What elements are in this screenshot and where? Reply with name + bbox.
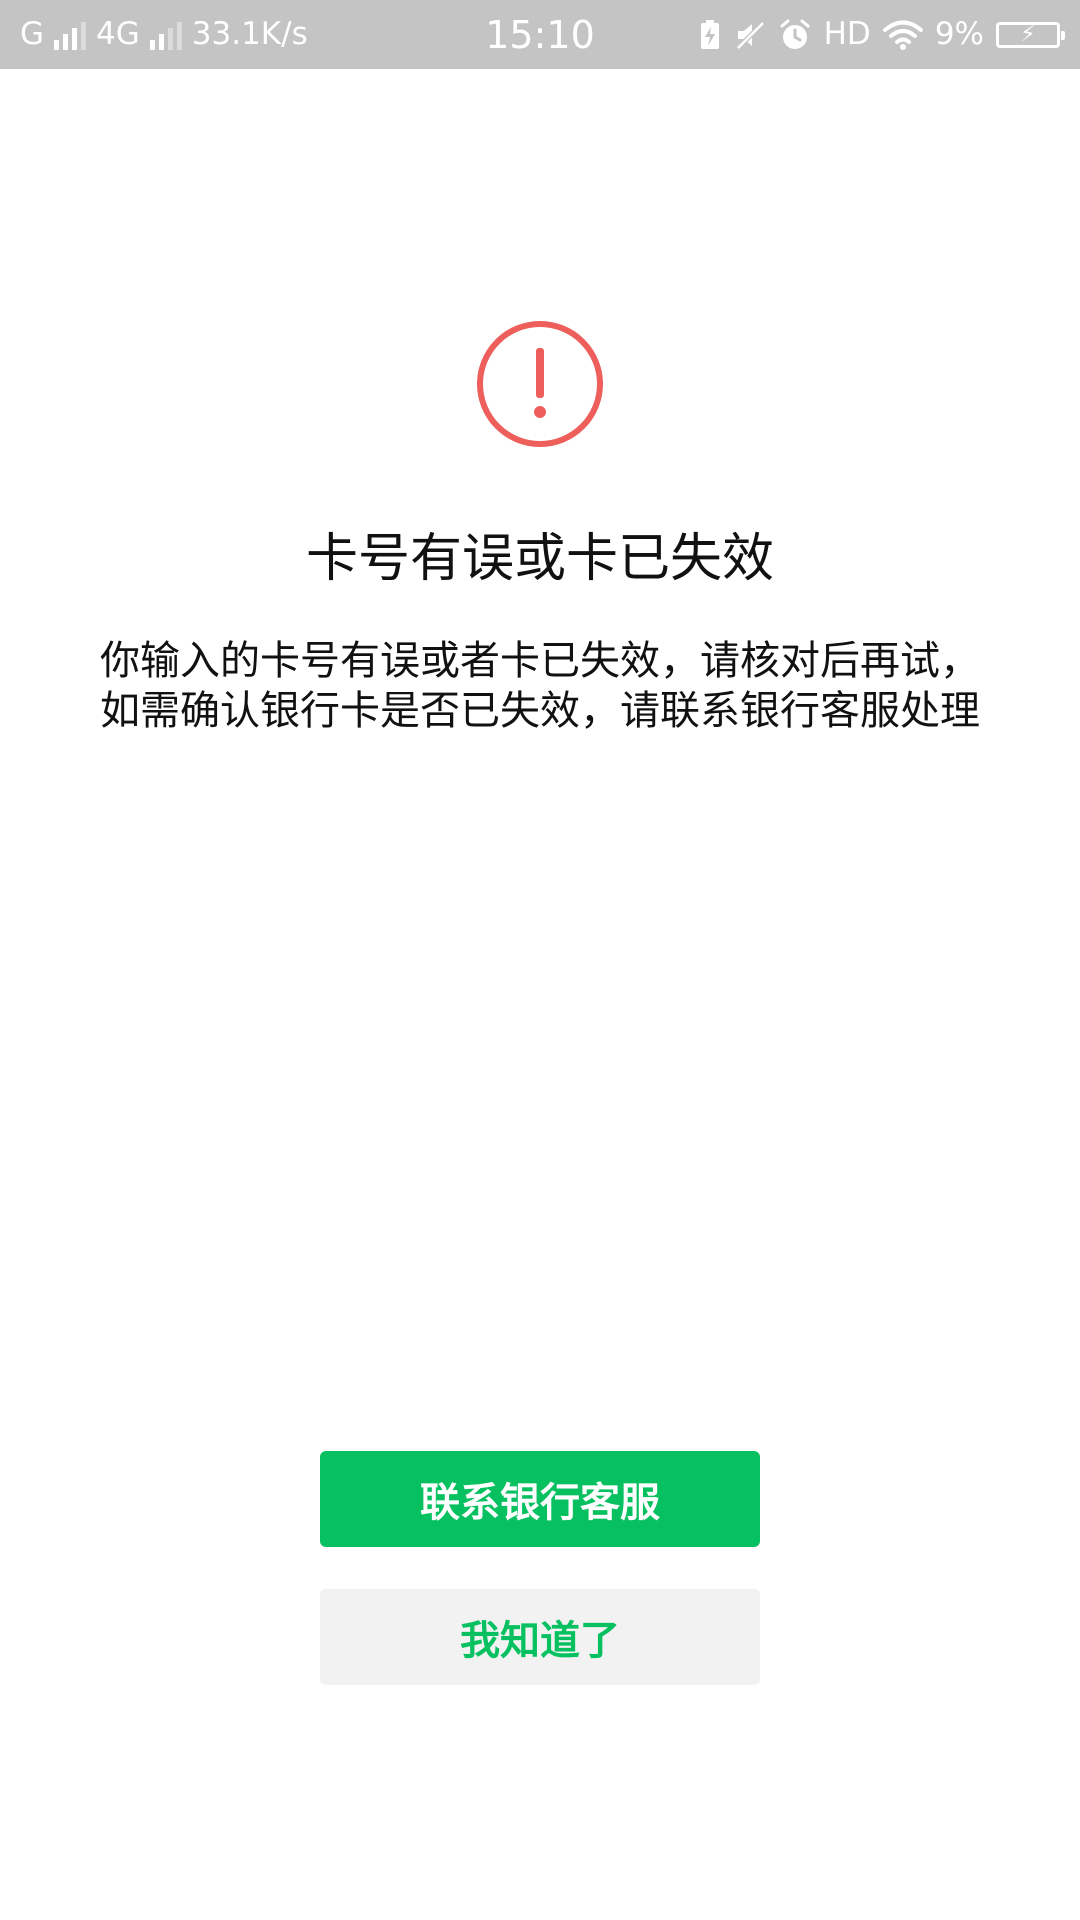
page-title: 卡号有误或卡已失效 xyxy=(305,529,774,589)
got-it-button[interactable]: 我知道了 xyxy=(320,1589,760,1685)
battery-saver-icon xyxy=(700,19,719,49)
battery-percent: 9% xyxy=(934,16,984,52)
network-speed: 33.1K/s xyxy=(191,16,308,52)
warning-icon xyxy=(477,321,603,447)
contact-bank-service-button[interactable]: 联系银行客服 xyxy=(320,1451,760,1547)
hd-indicator: HD xyxy=(823,16,871,52)
signal-strength-icon-1 xyxy=(54,20,87,50)
wifi-icon xyxy=(882,20,923,50)
status-bar: G 4G 33.1K/s 15:10 HD 9% ⚡ xyxy=(0,0,1080,69)
alarm-icon xyxy=(780,19,810,49)
status-bar-left: G 4G 33.1K/s xyxy=(20,19,540,50)
error-description-line-2: 如需确认银行卡是否已失效，请联系银行客服处理 xyxy=(100,688,980,734)
network-type-1: G xyxy=(20,16,45,52)
signal-strength-icon-2 xyxy=(149,20,182,50)
mute-icon xyxy=(735,20,765,50)
status-bar-right: HD 9% ⚡ xyxy=(540,16,1065,52)
error-description: 你输入的卡号有误或者卡已失效，请核对后再试， 如需确认银行卡是否已失效，请联系银… xyxy=(60,636,1020,736)
error-description-line-1: 你输入的卡号有误或者卡已失效，请核对后再试， xyxy=(100,638,980,684)
network-type-2: 4G xyxy=(96,16,140,52)
battery-icon: ⚡ xyxy=(996,21,1065,48)
